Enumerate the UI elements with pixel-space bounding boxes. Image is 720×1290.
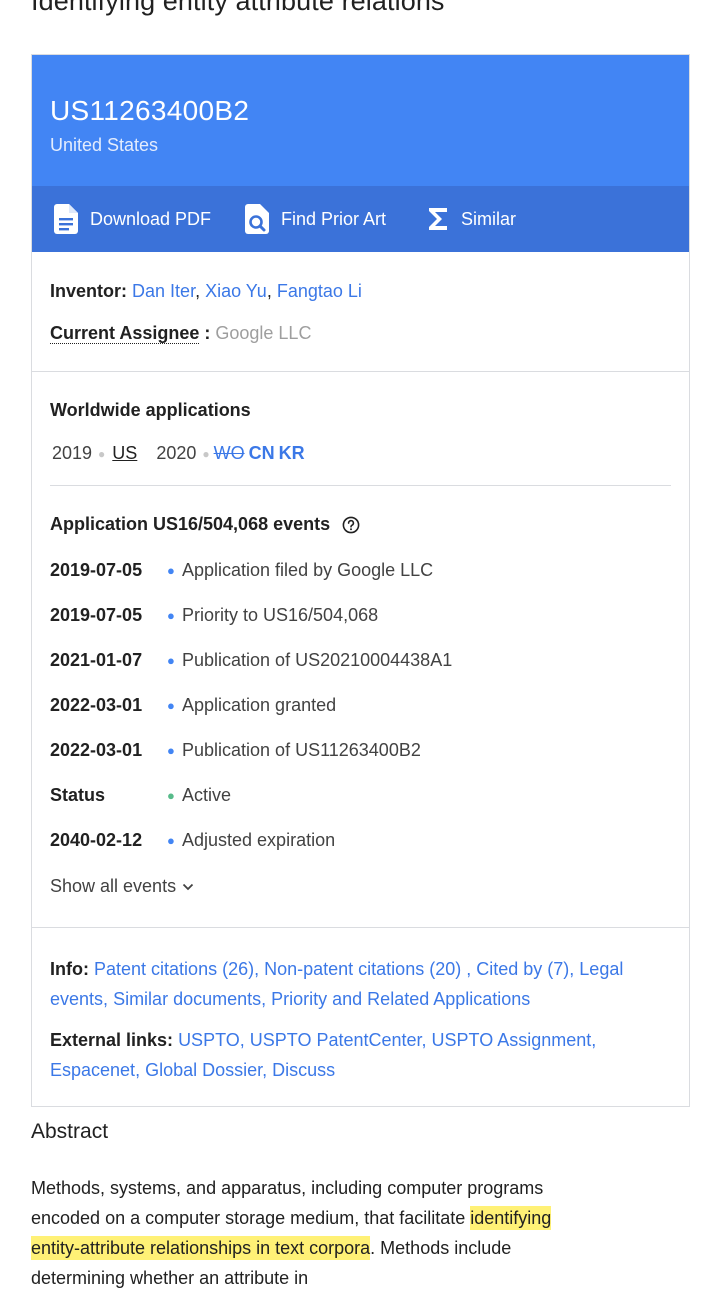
patent-citations-link[interactable]: Patent citations (26) <box>94 959 254 979</box>
event-row: 2040-02-12 ● Adjusted expiration <box>50 830 670 875</box>
inventor-label: Inventor: <box>50 281 128 301</box>
info-label: Info: <box>50 959 89 979</box>
abstract-text: Methods, systems, and apparatus, includi… <box>31 1173 571 1290</box>
status-label: Status <box>50 785 106 805</box>
event-description: Application filed by Google LLC <box>182 560 434 580</box>
event-date: 2019-07-05 <box>50 560 143 580</box>
external-links-label: External links: <box>50 1030 174 1050</box>
help-icon[interactable] <box>342 516 360 534</box>
event-date: 2019-07-05 <box>50 605 143 625</box>
inventor-line: Inventor: Dan Iter, Xiao Yu, Fangtao Li <box>50 279 362 303</box>
patent-country: United States <box>50 135 159 155</box>
non-patent-citations-link[interactable]: Non-patent citations (20) <box>264 959 461 979</box>
global-dossier-link[interactable]: Global Dossier <box>145 1060 262 1080</box>
assignee-name: Google LLC <box>215 323 312 343</box>
event-row: 2019-07-05 ● Priority to US16/504,068 <box>50 605 670 650</box>
event-dot: ● <box>167 743 175 758</box>
abstract-heading: Abstract <box>31 1120 109 1143</box>
event-row: 2022-03-01 ● Publication of US11263400B2 <box>50 740 670 785</box>
inventor-link[interactable]: Fangtao Li <box>277 281 362 301</box>
worldwide-applications-heading: Worldwide applications <box>50 400 251 420</box>
country-wo-link[interactable]: WO <box>214 443 249 464</box>
info-links: Info: Patent citations (26), Non-patent … <box>50 959 624 1009</box>
show-all-events-label: Show all events <box>50 876 177 896</box>
status-value: Active <box>182 785 232 805</box>
download-pdf-label: Download PDF <box>90 208 212 229</box>
find-prior-art-button[interactable]: Find Prior Art <box>245 186 386 252</box>
download-pdf-button[interactable]: Download PDF <box>54 186 211 252</box>
assignee-label: Current Assignee <box>50 323 200 344</box>
inventor-separator: , <box>266 281 277 301</box>
event-description: Application granted <box>182 695 337 715</box>
event-dot: ● <box>167 563 175 578</box>
uspto-patentcenter-link[interactable]: USPTO PatentCenter <box>250 1030 422 1050</box>
event-dot: ● <box>167 653 175 668</box>
events-heading: Application US16/504,068 events <box>50 514 360 535</box>
inventor-separator: , <box>195 281 206 301</box>
divider <box>50 485 671 486</box>
events-heading-text: Application US16/504,068 events <box>50 514 331 534</box>
event-row: 2019-07-05 ● Application filed by Google… <box>50 560 670 605</box>
worldwide-applications-row: 2019 ● US 2020 ● WO CN KR <box>50 443 309 464</box>
events-list: 2019-07-05 ● Application filed by Google… <box>50 560 670 875</box>
priority-related-applications-link[interactable]: Priority and Related Applications <box>271 989 530 1009</box>
application-year: 2020 <box>156 443 197 463</box>
cited-by-link[interactable]: Cited by (7) <box>476 959 569 979</box>
event-description: Publication of US11263400B2 <box>182 740 421 760</box>
inventor-link[interactable]: Xiao Yu <box>205 281 267 301</box>
patent-summary-card: US11263400B2 United States Download PDF <box>31 54 690 1107</box>
external-links: External links: USPTO, USPTO PatentCente… <box>50 1030 597 1080</box>
sigma-icon <box>427 206 449 232</box>
similar-documents-link[interactable]: Similar documents <box>113 989 261 1009</box>
chevron-down-icon <box>182 883 194 891</box>
patent-number: US11263400B2 <box>50 95 250 126</box>
find-prior-art-label: Find Prior Art <box>281 208 387 229</box>
event-description: Adjusted expiration <box>182 830 336 850</box>
abstract-text-start: Methods, systems, and apparatus, includi… <box>31 1178 544 1228</box>
assignee-line: Current Assignee : Google LLC <box>50 321 311 345</box>
event-date: 2022-03-01 <box>50 740 143 760</box>
event-date: 2022-03-01 <box>50 695 143 715</box>
country-cn-link[interactable]: CN <box>249 443 279 464</box>
assignee-colon: : <box>199 323 216 343</box>
patent-toolbar: Download PDF Find Prior Art Similar <box>32 186 689 252</box>
event-dot: ● <box>167 608 175 623</box>
discuss-link[interactable]: Discuss <box>272 1060 335 1080</box>
similar-button[interactable]: Similar <box>427 186 516 252</box>
event-dot: ● <box>167 698 175 713</box>
page-title: Identifying entity attribute relations <box>31 0 445 16</box>
uspto-assignment-link[interactable]: USPTO Assignment <box>432 1030 592 1050</box>
event-description: Publication of US20210004438A1 <box>182 650 453 670</box>
espacenet-link[interactable]: Espacenet <box>50 1060 135 1080</box>
uspto-link[interactable]: USPTO <box>178 1030 240 1050</box>
event-description: Priority to US16/504,068 <box>182 605 379 625</box>
status-dot: ● <box>167 788 175 803</box>
country-kr-link[interactable]: KR <box>279 443 309 464</box>
event-row-status: Status ● Active <box>50 785 670 830</box>
event-date: 2040-02-12 <box>50 830 143 850</box>
divider <box>32 371 689 372</box>
country-us-link[interactable]: US <box>109 443 140 464</box>
event-date: 2021-01-07 <box>50 650 143 670</box>
divider <box>32 927 689 928</box>
search-document-icon <box>245 204 269 234</box>
document-icon <box>54 204 78 234</box>
similar-label: Similar <box>461 208 517 229</box>
separator-dot: ● <box>202 446 210 461</box>
show-all-events-button[interactable]: Show all events <box>50 876 194 897</box>
patent-header: US11263400B2 United States <box>32 55 689 186</box>
application-year: 2019 <box>52 443 93 463</box>
separator-dot: ● <box>98 446 106 461</box>
event-row: 2022-03-01 ● Application granted <box>50 695 670 740</box>
event-dot: ● <box>167 833 175 848</box>
inventor-link[interactable]: Dan Iter <box>132 281 195 301</box>
event-row: 2021-01-07 ● Publication of US2021000443… <box>50 650 670 695</box>
